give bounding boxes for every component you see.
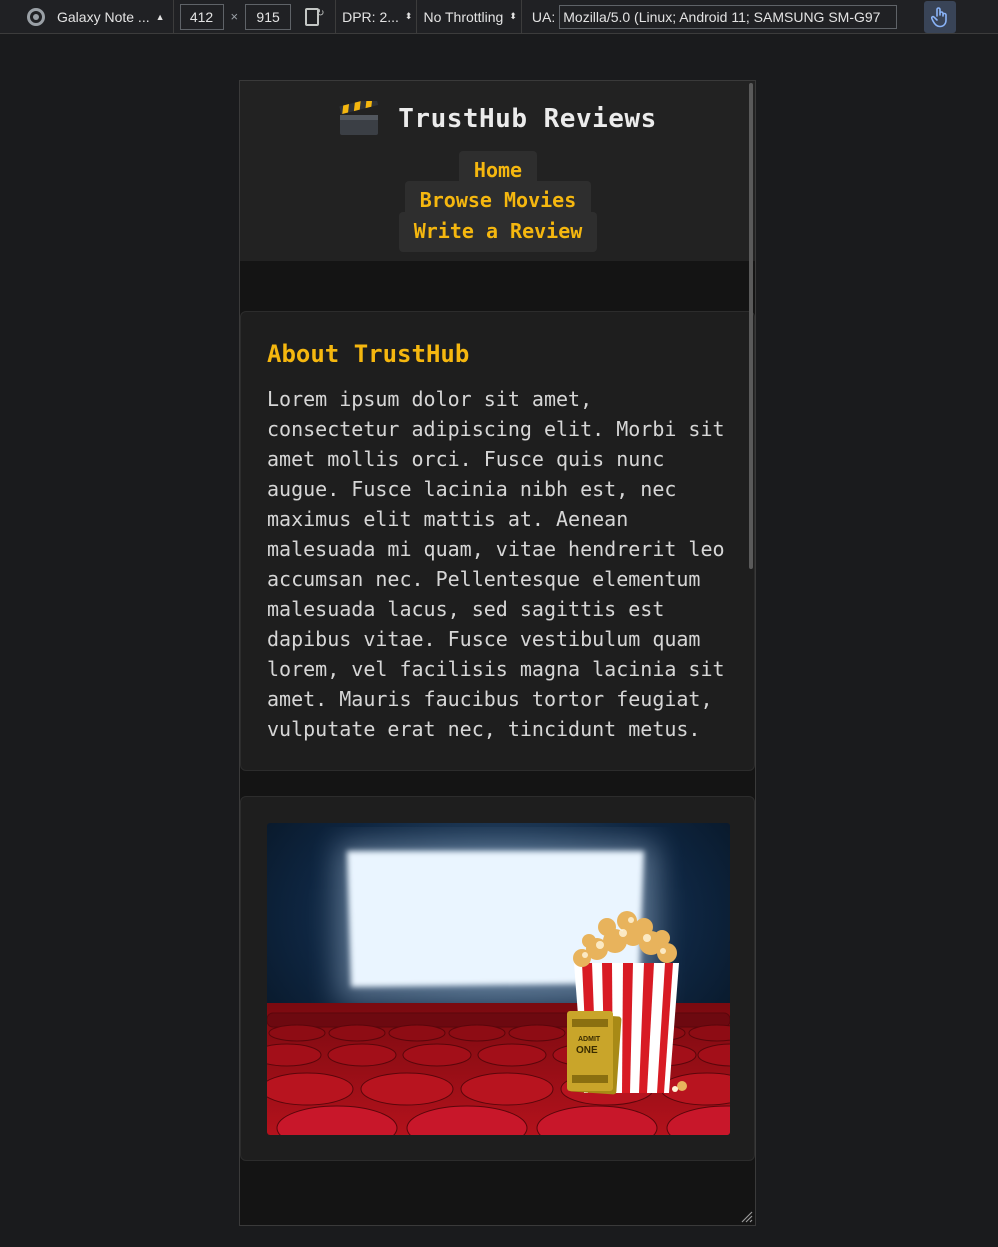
scrollbar[interactable] xyxy=(749,83,753,569)
divider xyxy=(335,0,337,34)
caret-icon: ⬍ xyxy=(509,11,517,21)
chrome-icon xyxy=(27,7,45,26)
throttling-selector[interactable]: No Throttling ⬍ xyxy=(423,0,516,34)
ticket-text-admit: ADMIT xyxy=(578,1036,601,1043)
about-heading: About TrustHub xyxy=(267,340,470,368)
dpr-selector[interactable]: DPR: 2... ⬍ xyxy=(342,0,412,34)
caret-icon: ⬍ xyxy=(404,11,413,21)
times-label: × xyxy=(230,9,239,24)
device-name: Galaxy Note ... xyxy=(57,8,150,25)
caret-icon: ▲ xyxy=(155,11,165,22)
brand[interactable]: TrustHub Reviews xyxy=(240,101,755,137)
clapperboard-icon xyxy=(339,101,379,135)
about-text: Lorem ipsum dolor sit amet, consectetur … xyxy=(267,387,725,741)
device-selector[interactable]: Galaxy Note ... ▲ xyxy=(0,0,165,34)
touch-emulation-button[interactable] xyxy=(924,1,956,33)
touch-hand-icon xyxy=(931,7,947,28)
site-header: TrustHub Reviews Home Browse Movies Writ… xyxy=(240,81,755,261)
about-card: About TrustHub Lorem ipsum dolor sit ame… xyxy=(240,311,755,771)
width-input[interactable]: 412 xyxy=(179,3,224,30)
hero-card: ADMIT ONE xyxy=(240,796,755,1161)
dpr-label: DPR: 2... xyxy=(342,8,399,25)
user-agent-input[interactable]: Mozilla/5.0 (Linux; Android 11; SAMSUNG … xyxy=(559,4,898,29)
throttling-label: No Throttling xyxy=(423,8,504,25)
rotate-icon[interactable] xyxy=(305,7,324,26)
resize-grip-icon[interactable] xyxy=(739,1209,753,1223)
divider xyxy=(416,0,418,34)
devtools-device-toolbar: Galaxy Note ... ▲ 412 × 915 DPR: 2... ⬍ … xyxy=(0,0,998,34)
site-title: TrustHub Reviews xyxy=(398,104,657,134)
divider xyxy=(172,0,174,34)
divider xyxy=(520,0,522,34)
nav-write-review[interactable]: Write a Review xyxy=(399,212,597,252)
cinema-popcorn-image: ADMIT ONE xyxy=(267,823,730,1135)
ua-label: UA: xyxy=(531,8,556,25)
height-input[interactable]: 915 xyxy=(245,3,292,30)
device-viewport: TrustHub Reviews Home Browse Movies Writ… xyxy=(239,80,756,1226)
ticket-text-one: ONE xyxy=(576,1045,598,1056)
